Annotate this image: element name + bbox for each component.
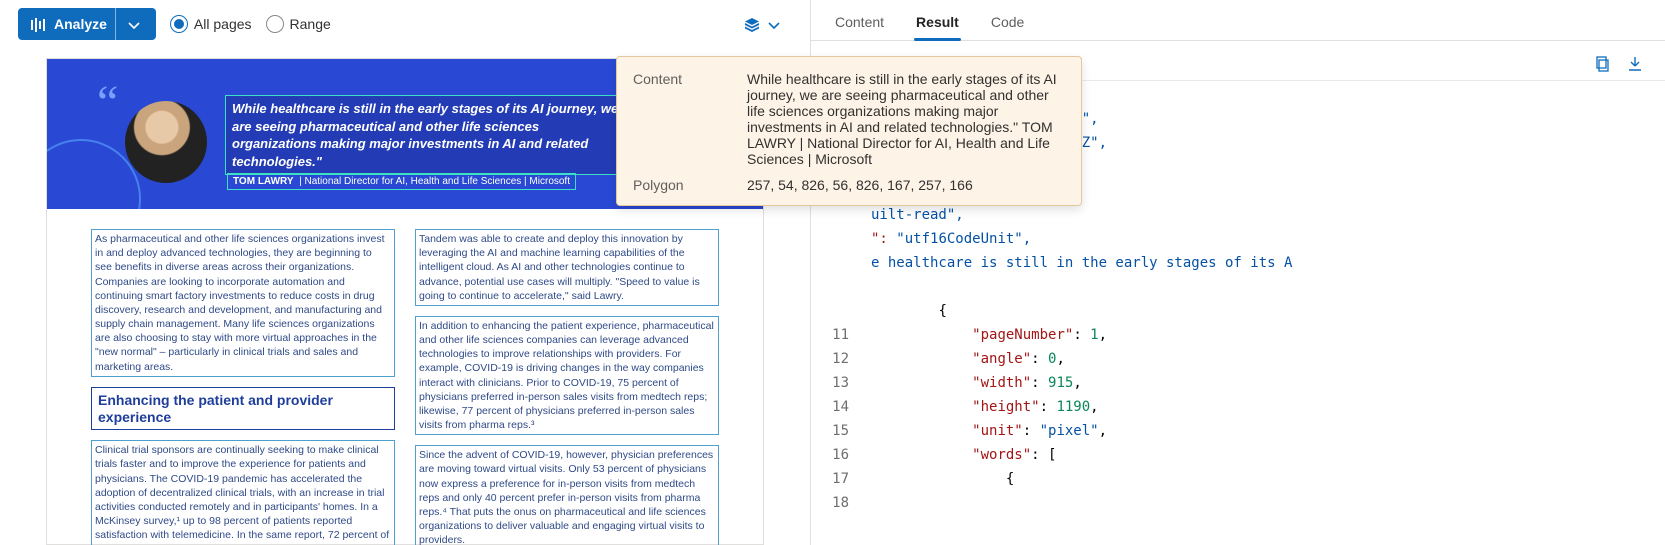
- tooltip-polygon-label: Polygon: [633, 177, 741, 193]
- layers-button[interactable]: [744, 15, 792, 32]
- radio-all-pages[interactable]: All pages: [170, 15, 252, 33]
- copy-button[interactable]: [1595, 55, 1611, 72]
- paragraph: Since the advent of COVID-19, however, p…: [415, 445, 719, 545]
- chevron-down-icon: [766, 15, 782, 32]
- quote-text: While healthcare is still in the early s…: [225, 95, 633, 175]
- result-actions: [1595, 55, 1643, 72]
- radio-range[interactable]: Range: [266, 15, 331, 33]
- analyze-button[interactable]: Analyze: [18, 8, 156, 40]
- column-left: As pharmaceutical and other life science…: [91, 229, 395, 545]
- paragraph: Clinical trial sponsors are continually …: [91, 440, 395, 545]
- column-right: Tandem was able to create and deploy thi…: [415, 229, 719, 545]
- tab-code[interactable]: Code: [989, 8, 1026, 40]
- tabs: Content Result Code: [811, 0, 1665, 41]
- tooltip-content-value: While healthcare is still in the early s…: [747, 71, 1065, 167]
- paragraph: Tandem was able to create and deploy thi…: [415, 229, 719, 306]
- columns: As pharmaceutical and other life science…: [47, 209, 763, 545]
- paragraph: In addition to enhancing the patient exp…: [415, 316, 719, 435]
- paragraph: As pharmaceutical and other life science…: [91, 229, 395, 377]
- download-button[interactable]: [1627, 55, 1643, 72]
- toolbar: Analyze All pages Range: [0, 0, 810, 48]
- section-heading: Enhancing the patient and provider exper…: [91, 387, 395, 431]
- radio-range-label: Range: [290, 16, 331, 32]
- byline-title: National Director for AI, Health and Lif…: [305, 176, 571, 187]
- radio-all-label: All pages: [194, 16, 252, 32]
- tooltip-polygon-value: 257, 54, 826, 56, 826, 167, 257, 166: [747, 177, 1065, 193]
- tooltip-content-label: Content: [633, 71, 741, 167]
- byline-name: TOM LAWRY: [233, 176, 294, 187]
- tab-result[interactable]: Result: [914, 8, 961, 40]
- byline: TOM LAWRY | National Director for AI, He…: [227, 173, 576, 190]
- chevron-down-icon: [126, 15, 142, 32]
- analyze-label: Analyze: [54, 16, 107, 32]
- layers-icon: [744, 15, 760, 32]
- radio-icon: [170, 15, 188, 33]
- content-tooltip: Content While healthcare is still in the…: [616, 56, 1082, 206]
- tab-content[interactable]: Content: [833, 8, 886, 40]
- analyze-split[interactable]: [115, 8, 150, 40]
- analyze-icon: [30, 15, 46, 32]
- avatar: [125, 101, 207, 183]
- quote-mark-icon: “: [97, 93, 118, 112]
- radio-icon: [266, 15, 284, 33]
